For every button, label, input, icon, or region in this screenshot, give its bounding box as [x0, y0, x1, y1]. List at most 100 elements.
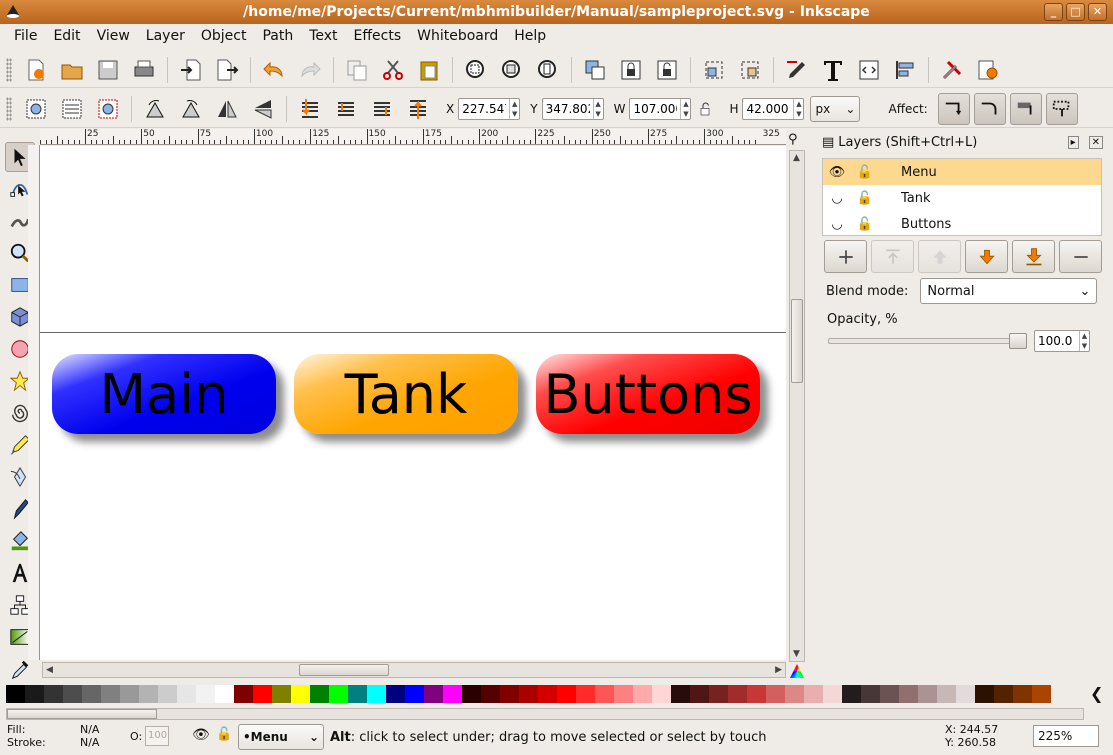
palette-menu-icon[interactable]: ❮ [1090, 684, 1103, 703]
color-swatch[interactable] [519, 685, 538, 703]
color-swatch[interactable] [272, 685, 291, 703]
color-swatch[interactable] [937, 685, 956, 703]
panel-iconify-icon[interactable]: ▸ [1067, 135, 1079, 149]
maximize-button[interactable]: □ [1066, 3, 1085, 21]
x-field[interactable] [459, 98, 510, 119]
scroll-down-icon[interactable]: ▼ [793, 649, 800, 659]
color-swatch[interactable] [348, 685, 367, 703]
menu-view[interactable]: View [89, 28, 138, 44]
color-swatch[interactable] [956, 685, 975, 703]
color-swatch[interactable] [253, 685, 272, 703]
color-swatch[interactable] [595, 685, 614, 703]
h-field[interactable] [743, 98, 794, 119]
color-swatch[interactable] [424, 685, 443, 703]
main-button-shape[interactable]: Main [52, 354, 276, 434]
lock-open-icon[interactable]: 🔓 [851, 191, 879, 206]
color-swatch[interactable] [557, 685, 576, 703]
color-swatch[interactable] [576, 685, 595, 703]
menu-layer[interactable]: Layer [138, 28, 193, 44]
raise-layer-button[interactable] [918, 240, 961, 273]
color-swatch[interactable] [633, 685, 652, 703]
color-swatch[interactable] [994, 685, 1013, 703]
clone-button[interactable] [699, 55, 729, 85]
color-swatch[interactable] [671, 685, 690, 703]
xml-editor-button[interactable] [854, 55, 884, 85]
menu-help[interactable]: Help [506, 28, 554, 44]
object-opacity-field[interactable]: 100 [145, 726, 169, 746]
color-swatch[interactable] [975, 685, 994, 703]
color-swatch[interactable] [614, 685, 633, 703]
color-swatch[interactable] [291, 685, 310, 703]
affect-rounded-corners-toggle[interactable] [973, 92, 1006, 125]
menu-path[interactable]: Path [254, 28, 301, 44]
color-swatch[interactable] [652, 685, 671, 703]
opacity-slider[interactable] [828, 333, 1027, 349]
affect-patterns-toggle[interactable] [1045, 92, 1078, 125]
affect-gradients-toggle[interactable] [1009, 92, 1042, 125]
unclone-button[interactable] [735, 55, 765, 85]
flip-horizontal-button[interactable] [212, 94, 242, 124]
toolbar-grip[interactable] [6, 57, 12, 82]
menu-text[interactable]: Text [301, 28, 345, 44]
h-spinbox[interactable]: ▲▼ [742, 97, 805, 120]
rotate-cw-button[interactable] [176, 94, 206, 124]
cut-button[interactable] [378, 55, 408, 85]
color-swatch[interactable] [918, 685, 937, 703]
color-swatch[interactable] [215, 685, 234, 703]
color-swatch[interactable] [747, 685, 766, 703]
color-swatch[interactable] [25, 685, 44, 703]
menu-effects[interactable]: Effects [346, 28, 410, 44]
eye-closed-icon[interactable]: ◡ [823, 217, 851, 232]
affect-stroke-width-toggle[interactable] [937, 92, 970, 125]
color-swatch[interactable] [481, 685, 500, 703]
redo-button[interactable] [295, 55, 325, 85]
color-swatch[interactable] [101, 685, 120, 703]
lock-open-icon[interactable]: 🔓 [216, 727, 232, 742]
color-swatch[interactable] [44, 685, 63, 703]
open-button[interactable] [57, 55, 87, 85]
eye-open-icon[interactable]: 👁 [192, 727, 210, 743]
color-swatch[interactable] [405, 685, 424, 703]
invert-selection-button[interactable] [93, 94, 123, 124]
color-swatch[interactable] [120, 685, 139, 703]
zoom-field[interactable]: 225% [1033, 725, 1099, 747]
color-swatch[interactable] [234, 685, 253, 703]
align-distribute-button[interactable] [890, 55, 920, 85]
palette-scroll-thumb[interactable] [7, 709, 157, 719]
color-swatch[interactable] [709, 685, 728, 703]
x-spinbox[interactable]: ▲▼ [458, 97, 521, 120]
color-swatch[interactable] [443, 685, 462, 703]
vertical-scroll-thumb[interactable] [791, 299, 803, 383]
eye-open-icon[interactable]: 👁 [823, 165, 851, 180]
lock-open-icon[interactable]: 🔓 [851, 217, 879, 232]
unlock-button[interactable] [652, 55, 682, 85]
color-swatch[interactable] [766, 685, 785, 703]
horizontal-scrollbar[interactable]: ◀ ▶ [42, 662, 786, 678]
fill-value[interactable]: N/A [80, 723, 99, 736]
raise-to-top-button[interactable] [403, 94, 433, 124]
palette-scrollbar[interactable] [6, 708, 1084, 720]
rotate-ccw-button[interactable] [140, 94, 170, 124]
color-swatch[interactable] [500, 685, 519, 703]
export-button[interactable] [212, 55, 242, 85]
flip-vertical-button[interactable] [248, 94, 278, 124]
menu-edit[interactable]: Edit [45, 28, 88, 44]
preferences-button[interactable] [937, 55, 967, 85]
w-field[interactable] [630, 98, 681, 119]
w-spinbox[interactable]: ▲▼ [629, 97, 692, 120]
lower-layer-button[interactable] [965, 240, 1008, 273]
group-button[interactable] [580, 55, 610, 85]
menu-object[interactable]: Object [193, 28, 255, 44]
color-swatch[interactable] [82, 685, 101, 703]
current-layer-dropdown[interactable]: •Menu ⌄ [238, 724, 324, 750]
zoom-drawing-button[interactable] [497, 55, 527, 85]
paste-button[interactable] [414, 55, 444, 85]
document-properties-button[interactable] [973, 55, 1003, 85]
color-swatch[interactable] [177, 685, 196, 703]
color-swatch[interactable] [823, 685, 842, 703]
color-swatch[interactable] [139, 685, 158, 703]
menu-whiteboard[interactable]: Whiteboard [409, 28, 506, 44]
color-swatch[interactable] [196, 685, 215, 703]
duplicate-button[interactable] [342, 55, 372, 85]
color-swatch[interactable] [861, 685, 880, 703]
